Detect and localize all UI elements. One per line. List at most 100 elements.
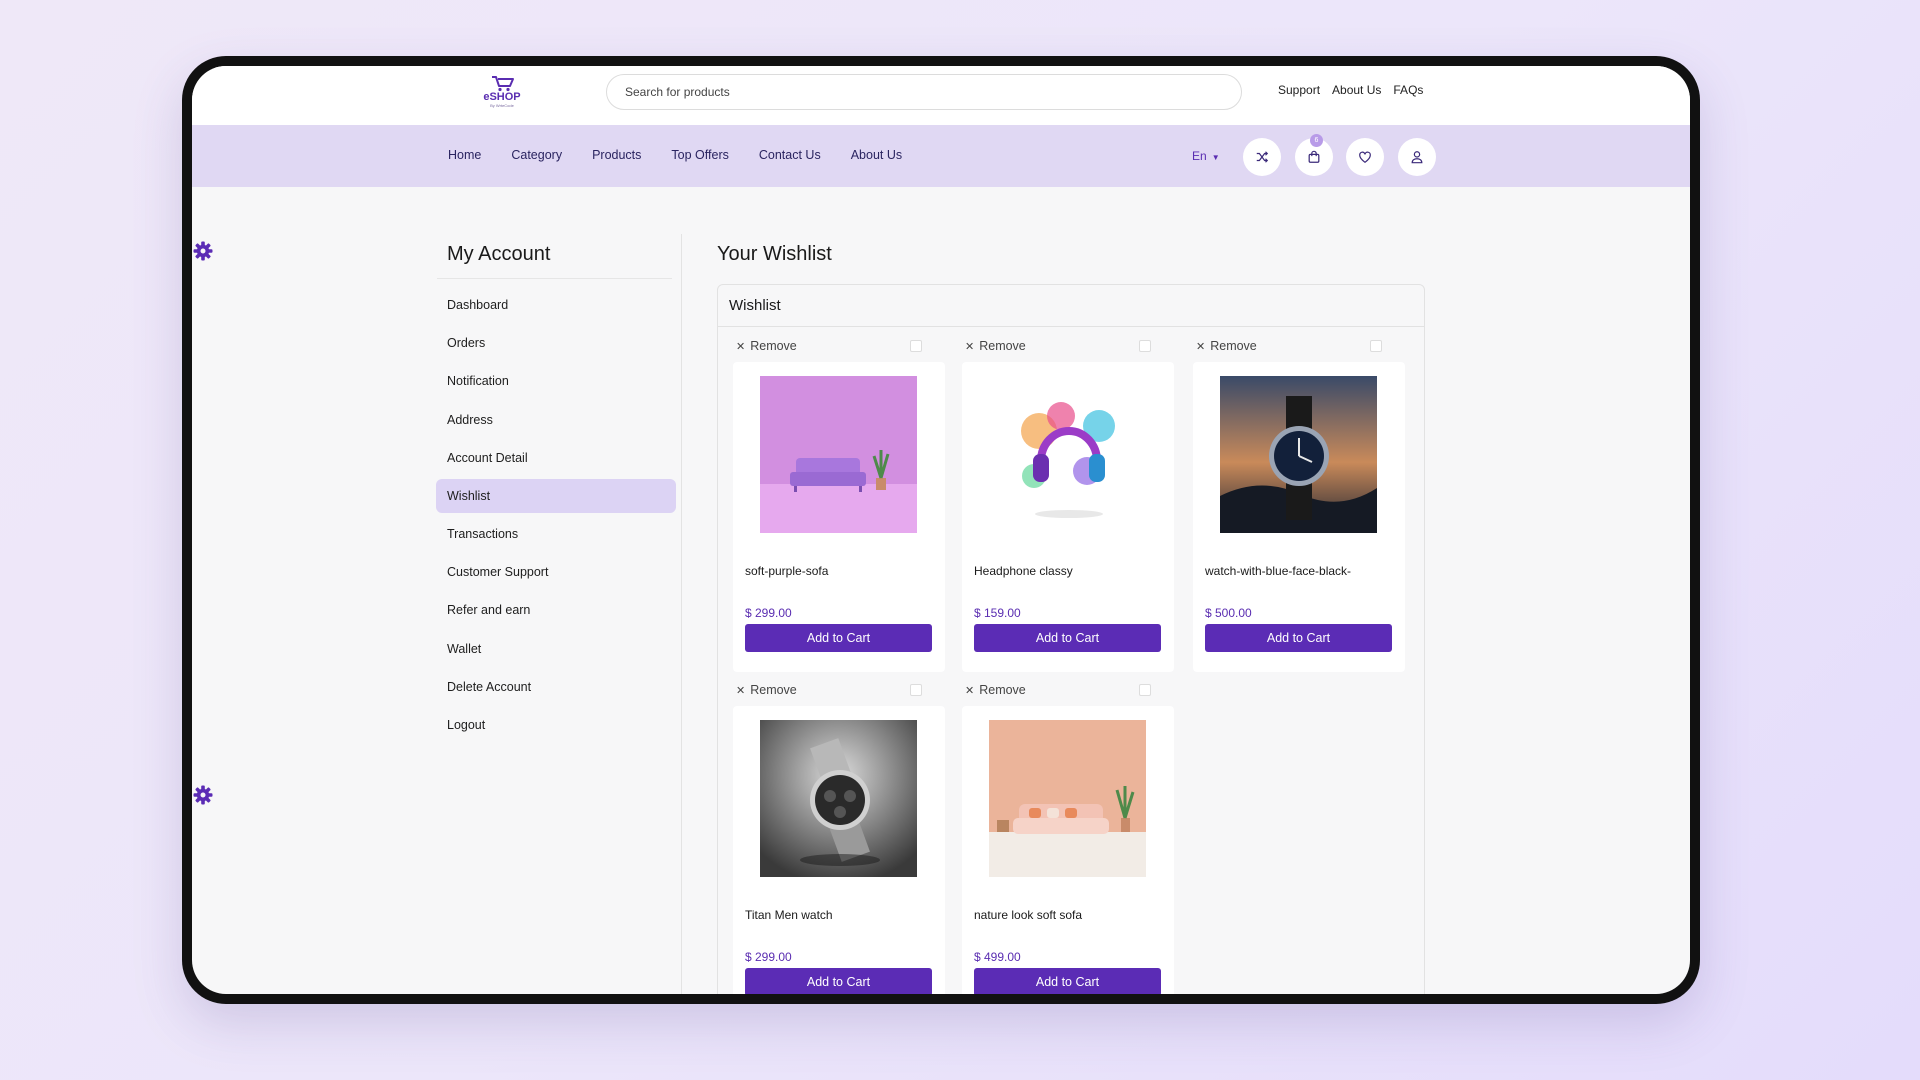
top-link-faqs[interactable]: FAQs (1393, 83, 1423, 97)
shuffle-icon (1256, 151, 1269, 163)
device-frame: eSHOP By WrteCode Support About Us FAQs … (182, 56, 1700, 1004)
product-name[interactable]: nature look soft sofa (974, 908, 1082, 922)
remove-button[interactable]: ✕ Remove (965, 339, 1026, 353)
select-checkbox[interactable] (1139, 340, 1151, 352)
remove-button[interactable]: ✕ Remove (965, 683, 1026, 697)
top-header: eSHOP By WrteCode Support About Us FAQs (192, 66, 1690, 125)
wishlist-card: ✕ Remove (718, 330, 945, 672)
product-image-peach-sofa[interactable] (989, 720, 1146, 877)
remove-label: Remove (1210, 339, 1257, 353)
wishlist-card: ✕ Remove (1178, 330, 1405, 672)
sidebar-item-wishlist[interactable]: Wishlist (436, 478, 676, 513)
product-name[interactable]: soft-purple-sofa (745, 564, 828, 578)
sidebar-title: My Account (447, 243, 551, 265)
sidebar-item-logout[interactable]: Logout (436, 706, 676, 744)
add-to-cart-button[interactable]: Add to Cart (974, 968, 1161, 994)
screen: eSHOP By WrteCode Support About Us FAQs … (192, 66, 1690, 994)
sidebar-item-dashboard[interactable]: Dashboard (436, 286, 676, 324)
cart-logo-icon (492, 76, 514, 92)
heart-icon (1359, 151, 1371, 163)
product-price: $ 499.00 (974, 950, 1021, 964)
close-icon: ✕ (736, 341, 746, 353)
remove-button[interactable]: ✕ Remove (736, 683, 797, 697)
product-price: $ 159.00 (974, 606, 1021, 620)
sidebar-item-wallet[interactable]: Wallet (436, 630, 676, 668)
remove-label: Remove (979, 339, 1026, 353)
product-image-purple-sofa[interactable] (760, 376, 917, 533)
top-link-support[interactable]: Support (1278, 83, 1320, 97)
nav-contact-us[interactable]: Contact Us (759, 148, 821, 162)
wishlist-card: ✕ Remove (947, 330, 1174, 672)
sidebar-menu: Dashboard Orders Notification Address Ac… (436, 286, 676, 744)
product-name[interactable]: watch-with-blue-face-black- (1205, 564, 1351, 578)
wishlist-card: ✕ Remove (947, 674, 1174, 994)
sidebar-item-orders[interactable]: Orders (436, 324, 676, 362)
close-icon: ✕ (736, 685, 746, 697)
remove-label: Remove (979, 683, 1026, 697)
caret-down-icon: ▼ (1211, 153, 1220, 162)
sidebar-item-refer-and-earn[interactable]: Refer and earn (436, 591, 676, 629)
wishlist-button[interactable] (1346, 138, 1384, 176)
main-nav: Home Category Products Top Offers Contac… (448, 148, 932, 162)
remove-button[interactable]: ✕ Remove (736, 339, 797, 353)
sidebar-vertical-divider (681, 234, 682, 994)
product-price: $ 299.00 (745, 950, 792, 964)
product-name[interactable]: Titan Men watch (745, 908, 833, 922)
product-name[interactable]: Headphone classy (974, 564, 1073, 578)
product-price: $ 500.00 (1205, 606, 1252, 620)
product-image-blue-watch[interactable] (1220, 376, 1377, 533)
gear-icon (193, 241, 213, 261)
settings-gear-top[interactable] (192, 240, 214, 262)
search-bar (606, 74, 1242, 110)
close-icon: ✕ (965, 685, 975, 697)
cart-count-badge: 6 (1310, 134, 1323, 147)
gear-icon (193, 785, 213, 805)
eshop-logo[interactable]: eSHOP By WrteCode (478, 74, 526, 114)
page-title: Your Wishlist (717, 243, 832, 265)
nav-products[interactable]: Products (592, 148, 641, 162)
search-input[interactable] (607, 75, 1241, 109)
sidebar-item-address[interactable]: Address (436, 401, 676, 439)
add-to-cart-button[interactable]: Add to Cart (745, 968, 932, 994)
select-checkbox[interactable] (1139, 684, 1151, 696)
product-image-headphones[interactable] (989, 376, 1146, 533)
top-link-about-us[interactable]: About Us (1332, 83, 1381, 97)
add-to-cart-button[interactable]: Add to Cart (745, 624, 932, 652)
add-to-cart-button[interactable]: Add to Cart (1205, 624, 1392, 652)
profile-button[interactable] (1398, 138, 1436, 176)
product-price: $ 299.00 (745, 606, 792, 620)
language-label: En (1192, 149, 1207, 163)
nav-about-us[interactable]: About Us (851, 148, 902, 162)
select-checkbox[interactable] (910, 684, 922, 696)
sidebar-item-notification[interactable]: Notification (436, 362, 676, 400)
cart-button[interactable]: 6 (1295, 134, 1333, 176)
compare-button[interactable] (1243, 138, 1281, 176)
sidebar-item-customer-support[interactable]: Customer Support (436, 553, 676, 591)
user-icon (1411, 151, 1423, 164)
wishlist-panel: Wishlist ✕ Remove soft-purple-sofa $ 299… (717, 284, 1425, 994)
add-to-cart-button[interactable]: Add to Cart (974, 624, 1161, 652)
sidebar-divider (437, 278, 672, 279)
settings-gear-bottom[interactable] (192, 784, 214, 806)
close-icon: ✕ (1196, 341, 1206, 353)
nav-category[interactable]: Category (511, 148, 562, 162)
nav-top-offers[interactable]: Top Offers (671, 148, 728, 162)
select-checkbox[interactable] (1370, 340, 1382, 352)
logo-text: eSHOP (483, 91, 521, 103)
language-select[interactable]: En ▼ (1192, 149, 1220, 163)
remove-label: Remove (750, 339, 797, 353)
sidebar-item-delete-account[interactable]: Delete Account (436, 668, 676, 706)
select-checkbox[interactable] (910, 340, 922, 352)
sidebar-item-account-detail[interactable]: Account Detail (436, 439, 676, 477)
close-icon: ✕ (965, 341, 975, 353)
logo-tagline: By WrteCode (490, 103, 514, 108)
wishlist-card: ✕ Remove (718, 674, 945, 994)
remove-button[interactable]: ✕ Remove (1196, 339, 1257, 353)
nav-home[interactable]: Home (448, 148, 481, 162)
top-links: Support About Us FAQs (1278, 83, 1423, 97)
sidebar-item-transactions[interactable]: Transactions (436, 515, 676, 553)
shopping-bag-icon (1308, 150, 1320, 163)
nav-bar: Home Category Products Top Offers Contac… (192, 125, 1690, 187)
product-image-silver-watch[interactable] (760, 720, 917, 877)
remove-label: Remove (750, 683, 797, 697)
